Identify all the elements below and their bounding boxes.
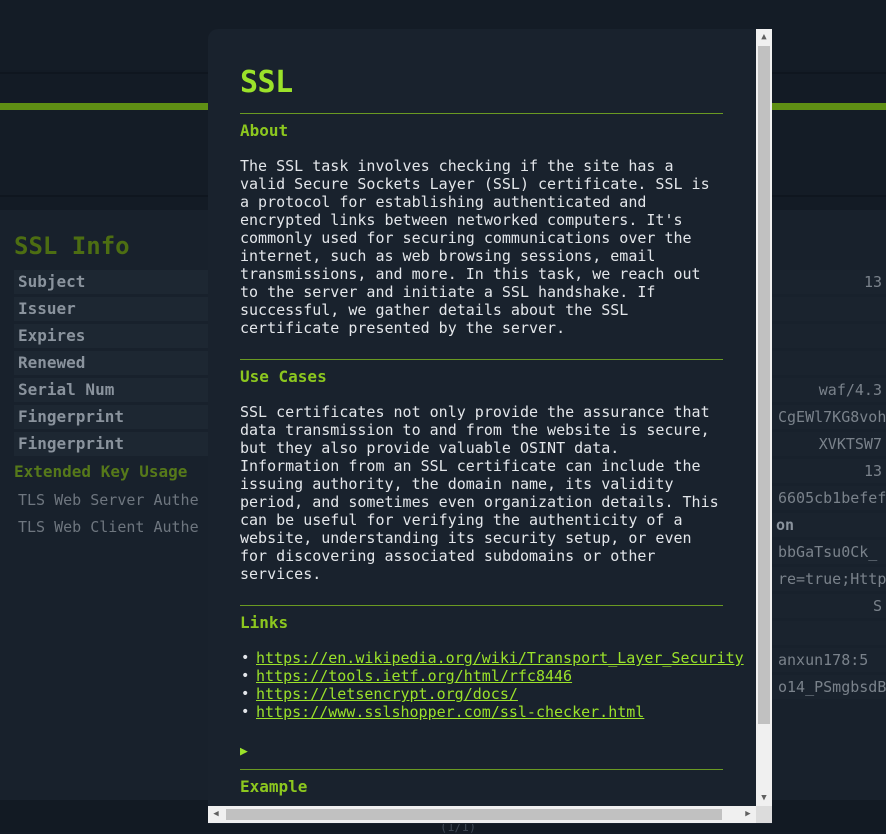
example-heading: Example <box>240 777 308 796</box>
divider <box>240 359 723 360</box>
row-label-expires: Expires <box>14 324 214 348</box>
vertical-scroll-thumb[interactable] <box>758 46 770 724</box>
divider <box>240 769 723 770</box>
scroll-down-icon[interactable]: ▼ <box>756 790 772 806</box>
row-label-subject: Subject <box>14 270 214 294</box>
value-cell: S <box>772 594 886 618</box>
value-cell: 13 <box>772 270 886 294</box>
scrollbar-corner <box>756 806 772 823</box>
value-cell <box>772 621 886 645</box>
value-cell: XVKTSW7 <box>772 432 886 456</box>
key-usage-item: TLS Web Server Authe <box>18 491 199 509</box>
about-heading: About <box>240 121 289 140</box>
divider <box>240 113 723 114</box>
row-label-fingerprint: Fingerprint <box>14 405 214 429</box>
horizontal-scroll-thumb[interactable] <box>226 809 722 820</box>
ssl-info-modal[interactable]: SSL About The SSL task involves checking… <box>208 29 772 824</box>
scroll-left-icon[interactable]: ◀ <box>208 806 224 823</box>
value-cell: o14_PSmgbsdB <box>772 675 886 699</box>
use-cases-heading: Use Cases <box>240 367 327 386</box>
row-label-renewed: Renewed <box>14 351 214 375</box>
value-cell: 13 <box>772 459 886 483</box>
value-cell <box>772 351 886 375</box>
vertical-scrollbar[interactable]: ▲ ▼ <box>756 29 772 806</box>
ssl-info-labels: Subject Issuer Expires Renewed Serial Nu… <box>14 270 214 542</box>
value-cell: re=true;Http <box>772 567 886 591</box>
value-cell: waf/4.3 <box>772 378 886 402</box>
scroll-right-icon[interactable]: ▶ <box>740 806 756 823</box>
value-cell <box>772 297 886 321</box>
scroll-up-icon[interactable]: ▲ <box>756 29 772 45</box>
ssl-info-title: SSL Info <box>14 232 130 260</box>
list-item: https://en.wikipedia.org/wiki/Transport_… <box>240 649 744 667</box>
row-label-serial: Serial Num <box>14 378 214 402</box>
row-label-issuer: Issuer <box>14 297 214 321</box>
links-heading: Links <box>240 613 289 632</box>
link-wikipedia[interactable]: https://en.wikipedia.org/wiki/Transport_… <box>256 649 744 667</box>
list-item: https://tools.ietf.org/html/rfc8446 <box>240 667 723 685</box>
list-item: https://www.sslshopper.com/ssl-checker.h… <box>240 703 723 721</box>
use-cases-text: SSL certificates not only provide the as… <box>240 403 719 583</box>
modal-title: SSL <box>240 65 293 100</box>
key-usage-item: TLS Web Client Authe <box>18 518 199 536</box>
expand-toggle-icon[interactable]: ▶ <box>240 743 723 761</box>
modal-content: SSL About The SSL task involves checking… <box>240 63 744 813</box>
value-cell: on <box>772 513 886 537</box>
value-cell: anxun178:5 <box>772 648 886 672</box>
list-item: https://letsencrypt.org/docs/ <box>240 685 723 703</box>
links-list: https://en.wikipedia.org/wiki/Transport_… <box>240 649 744 721</box>
ssl-info-values: 13 waf/4.3 CgEWl7KG8voh XVKTSW7 13 6605c… <box>772 270 886 702</box>
about-text: The SSL task involves checking if the si… <box>240 157 710 337</box>
value-cell <box>772 324 886 348</box>
value-cell: CgEWl7KG8voh <box>772 405 886 429</box>
link-letsencrypt[interactable]: https://letsencrypt.org/docs/ <box>256 685 518 703</box>
value-cell: bbGaTsu0Ck_ <box>772 540 886 564</box>
value-cell: 6605cb1befef <box>772 486 886 510</box>
extended-key-usage-heading: Extended Key Usage <box>14 462 188 481</box>
link-sslshopper[interactable]: https://www.sslshopper.com/ssl-checker.h… <box>256 703 644 721</box>
horizontal-scrollbar[interactable]: ◀ ▶ <box>208 806 756 823</box>
row-label-fingerprint-2: Fingerprint <box>14 432 214 456</box>
link-ietf[interactable]: https://tools.ietf.org/html/rfc8446 <box>256 667 572 685</box>
divider <box>240 605 723 606</box>
